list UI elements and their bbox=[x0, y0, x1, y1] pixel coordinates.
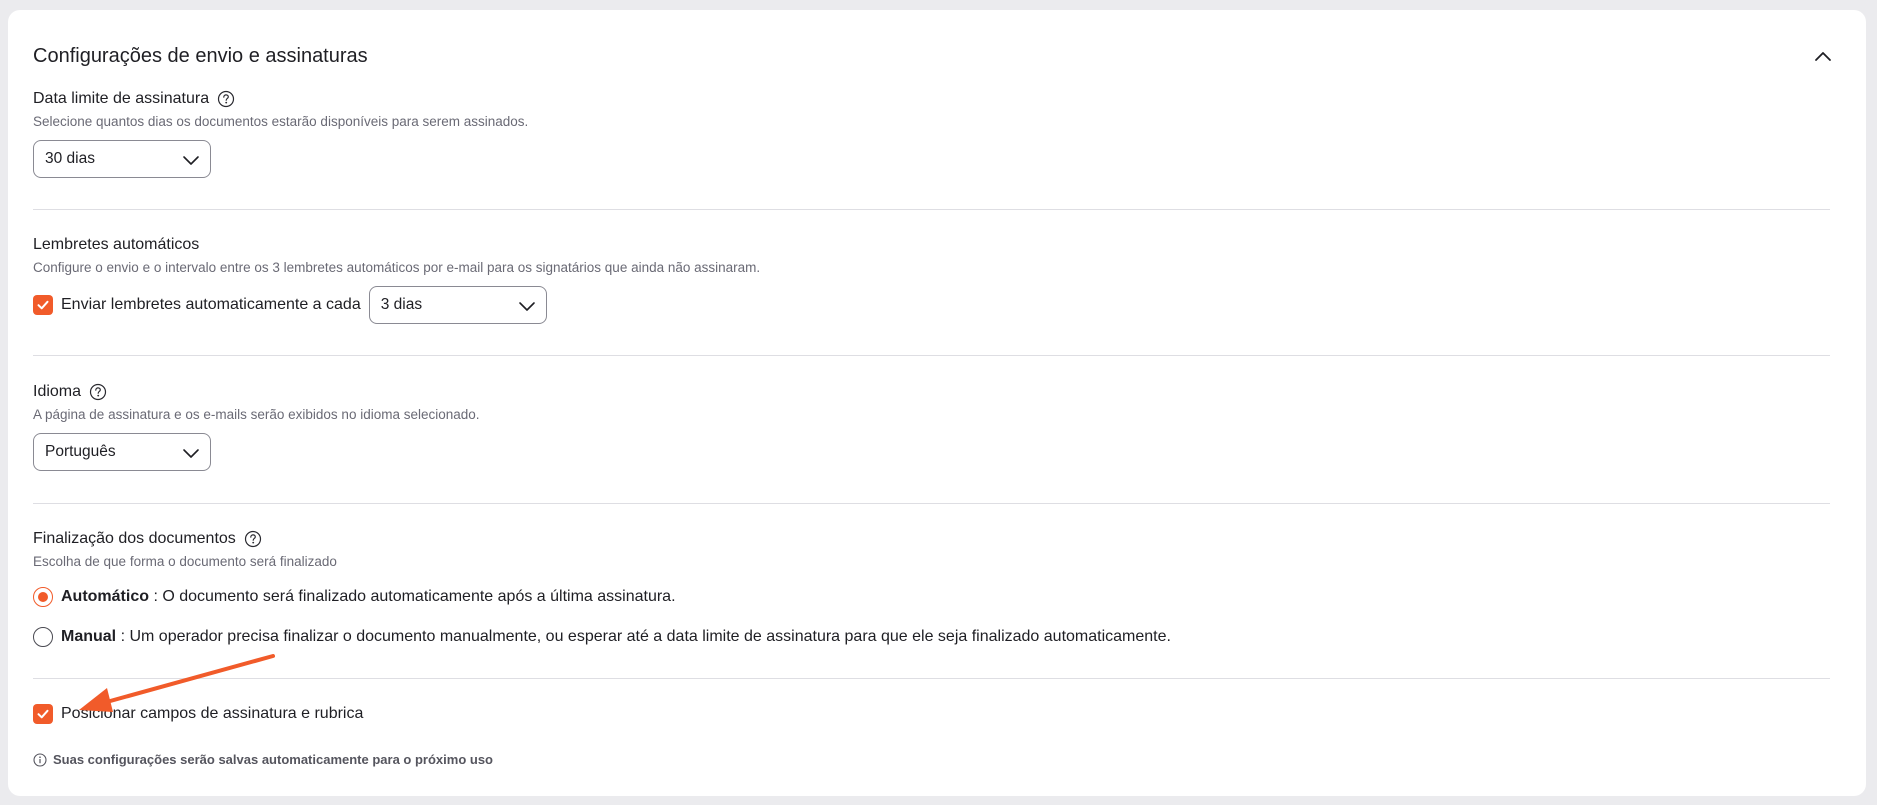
chevron-down-icon bbox=[183, 449, 199, 458]
option-manual-name: Manual bbox=[61, 628, 117, 645]
radio-automatic[interactable] bbox=[33, 587, 53, 607]
divider bbox=[33, 209, 1830, 210]
settings-card: Configurações de envio e assinaturas Dat… bbox=[8, 10, 1866, 796]
footer-note-text: Suas configurações serão salvas automati… bbox=[53, 752, 493, 767]
help-circle-icon[interactable] bbox=[89, 383, 107, 401]
checkmark-icon bbox=[37, 300, 49, 310]
finalization-description: Escolha de que forma o documento será fi… bbox=[33, 554, 337, 569]
position-fields-checkbox[interactable] bbox=[33, 704, 53, 724]
reminders-checkbox-label: Enviar lembretes automaticamente a cada bbox=[61, 296, 361, 313]
section-header: Configurações de envio e assinaturas bbox=[33, 36, 1841, 84]
deadline-description: Selecione quantos dias os documentos est… bbox=[33, 114, 529, 129]
footer-note: Suas configurações serão salvas automati… bbox=[33, 752, 1830, 767]
checkmark-icon bbox=[37, 709, 49, 719]
position-fields-label: Posicionar campos de assinatura e rubric… bbox=[61, 705, 364, 722]
reminders-selected-value: 3 dias bbox=[380, 296, 423, 313]
position-fields-section: Posicionar campos de assinatura e rubric… bbox=[33, 704, 1830, 724]
reminders-label: Lembretes automáticos bbox=[33, 236, 200, 253]
chevron-down-icon bbox=[518, 302, 535, 311]
reminders-description: Configure o envio e o intervalo entre os… bbox=[33, 260, 761, 275]
option-automatic-text: : O documento será finalizado automatica… bbox=[153, 588, 676, 605]
language-description: A página de assinatura e os e-mails serã… bbox=[33, 407, 480, 422]
help-circle-icon[interactable] bbox=[217, 90, 235, 108]
collapse-button[interactable] bbox=[1805, 38, 1841, 74]
language-selected-value: Português bbox=[45, 443, 116, 460]
reminders-checkbox[interactable] bbox=[33, 295, 53, 315]
deadline-label: Data limite de assinatura bbox=[33, 90, 210, 107]
chevron-down-icon bbox=[183, 156, 199, 165]
divider bbox=[33, 503, 1830, 504]
language-label: Idioma bbox=[33, 383, 82, 400]
language-section: Idioma A página de assinatura e os e-mai… bbox=[33, 383, 1830, 471]
language-select[interactable]: Português bbox=[33, 433, 211, 471]
finalization-label: Finalização dos documentos bbox=[33, 530, 236, 547]
finalization-option-manual[interactable]: Manual : Um operador precisa finalizar o… bbox=[33, 625, 1830, 649]
deadline-select[interactable]: 30 dias bbox=[33, 140, 211, 178]
divider bbox=[33, 355, 1830, 356]
help-circle-icon[interactable] bbox=[244, 530, 262, 548]
deadline-selected-value: 30 dias bbox=[45, 150, 95, 167]
chevron-up-icon bbox=[1815, 52, 1831, 61]
info-icon bbox=[33, 752, 47, 767]
page-title: Configurações de envio e assinaturas bbox=[33, 45, 368, 67]
reminders-interval-select[interactable]: 3 dias bbox=[368, 286, 547, 324]
option-automatic-name: Automático bbox=[61, 588, 149, 605]
option-manual-text: : Um operador precisa finalizar o docume… bbox=[120, 628, 1171, 645]
reminders-section: Lembretes automáticos Configure o envio … bbox=[33, 236, 1830, 324]
radio-manual[interactable] bbox=[33, 627, 53, 647]
finalization-section: Finalização dos documentos Escolha de qu… bbox=[33, 530, 1830, 649]
divider bbox=[33, 678, 1830, 679]
deadline-section: Data limite de assinatura Selecione quan… bbox=[33, 90, 1830, 178]
finalization-option-automatic[interactable]: Automático : O documento será finalizado… bbox=[33, 585, 1830, 609]
